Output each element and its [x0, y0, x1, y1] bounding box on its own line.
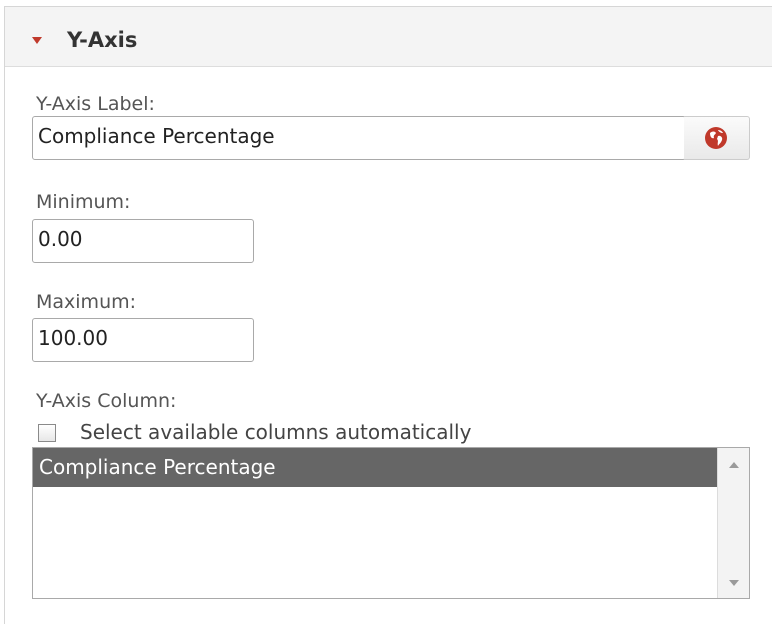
caret-down-icon[interactable] [32, 37, 42, 44]
scroll-down-icon[interactable] [729, 580, 739, 586]
y-axis-label-caption: Y-Axis Label: [36, 93, 155, 115]
localize-button[interactable] [684, 116, 750, 160]
minimum-input[interactable]: 0.00 [32, 219, 254, 263]
y-axis-section-header[interactable]: Y-Axis [5, 7, 772, 67]
section-title: Y-Axis [67, 28, 138, 52]
maximum-input[interactable]: 100.00 [32, 318, 254, 362]
auto-select-columns-label[interactable]: Select available columns automatically [80, 420, 471, 444]
list-item[interactable]: Compliance Percentage [33, 448, 717, 487]
maximum-caption: Maximum: [36, 291, 137, 313]
y-axis-column-caption: Y-Axis Column: [36, 390, 177, 412]
scroll-up-icon[interactable] [729, 462, 739, 468]
minimum-caption: Minimum: [36, 191, 131, 213]
y-axis-label-input[interactable]: Compliance Percentage [32, 116, 686, 160]
auto-select-columns-checkbox[interactable] [38, 424, 56, 442]
globe-icon [705, 127, 727, 149]
y-axis-column-listbox[interactable]: Compliance Percentage [32, 447, 750, 599]
listbox-scrollbar[interactable] [717, 448, 749, 598]
